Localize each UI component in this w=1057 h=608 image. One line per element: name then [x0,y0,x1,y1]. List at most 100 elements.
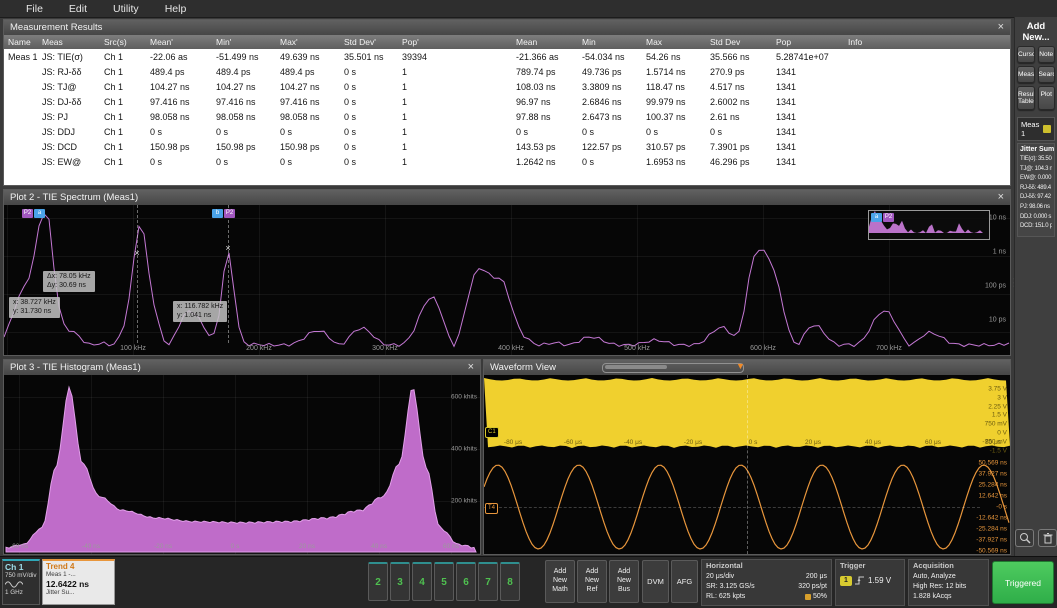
menu-bar: File Edit Utility Help [0,0,1057,18]
add-new-button[interactable]: Add New Bus [609,560,639,603]
ch1-badge[interactable]: Ch 1 750 mV/div 1 GHz [2,559,40,605]
table-row[interactable]: JS: TJ@ Ch 1 104.27 ns 104.27 ns 104.27 ns 0 … [4,79,1010,94]
horizontal-panel[interactable]: Horizontal 20 μs/div 200 μs SR: 3.125 GS… [701,559,832,606]
jitter-summary-panel[interactable]: Jitter Summary TIE(σ): 35.50 ns TJ@: 104.… [1017,143,1055,237]
table-cell: 150.98 ps [216,141,256,152]
minimap-badge[interactable]: a [871,213,882,222]
column-header[interactable]: Std Dev [706,37,772,47]
results-panel-header[interactable]: Measurement Results × [4,20,1010,35]
channel-button[interactable]: 2 [368,562,388,601]
channel-button[interactable]: 4 [412,562,432,601]
column-header[interactable]: Pop [772,37,844,47]
column-header[interactable]: Min' [212,37,276,47]
spectrum-overview-minimap[interactable]: a P2 [868,210,990,240]
cursor-a-x-value: x: 38.727 kHz [13,299,56,306]
dvm-button[interactable]: DVM [642,560,669,603]
close-icon[interactable]: × [468,362,474,373]
trigger-panel[interactable]: Trigger 1 1.59 V [835,559,905,606]
channel-button[interactable]: 6 [456,562,476,601]
menu-item[interactable]: Help [165,3,187,15]
spectrum-plot[interactable]: × × P2 a b P2 Δx: 78.05 kHz Δy: 30.69 ns x… [4,205,1010,355]
close-icon[interactable]: × [998,22,1004,33]
table-cell: Ch 1 [104,51,124,62]
minimap-badge[interactable]: P2 [883,213,894,222]
horizontal-span: 200 μs [805,572,827,580]
trash-button[interactable] [1038,529,1057,547]
waveform-plot[interactable]: C1 T4 -80 μs -60 μs -40 μs -20 μs 0 s 20 μs 40… [484,375,1010,554]
cursor-delta-readout: Δx: 78.05 kHz Δy: 30.69 ns [43,271,95,292]
table-row[interactable]: JS: DJ-δδ Ch 1 97.416 ns 97.416 ns 97.416 ns… [4,94,1010,109]
zoom-overview-button[interactable] [1015,529,1034,547]
meas1-badge[interactable]: Meas 1 [1017,117,1055,141]
menu-item[interactable]: Utility [113,3,139,15]
cursor-badge[interactable]: P2 [224,209,235,218]
spectrum-panel-header[interactable]: Plot 2 - TIE Spectrum (Meas1) × [4,190,1010,205]
channel-button[interactable]: 3 [390,562,410,601]
cursor-badge[interactable]: P2 [22,209,33,218]
trend-reference-marker[interactable]: T4 [485,503,499,514]
table-cell: 0 s [710,126,723,137]
jitter-summary-value: TIE(σ): 35.50 ns [1020,156,1052,162]
column-header[interactable]: Meas [38,37,100,47]
table-cell: 0 s [646,126,659,137]
table-cell: 1341 [776,96,797,107]
waveform-pan-scrollbar[interactable] [602,363,744,373]
column-header[interactable]: Name [4,37,38,47]
cursor-a-line[interactable] [137,205,138,343]
acquisition-mode: Auto, Analyze [913,572,956,580]
close-icon[interactable]: × [998,192,1004,203]
table-cell: 489.4 ps [216,66,251,77]
acquisition-panel[interactable]: Acquisition Auto, Analyze High Res: 12 b… [908,559,989,606]
sidebar-button[interactable]: Note [1037,46,1055,63]
sidebar-button[interactable]: Measure [1017,66,1035,83]
horizontal-position: 50% [812,592,827,600]
sidebar-button[interactable]: Results Table [1017,86,1035,110]
cursor-a-readout: x: 38.727 kHz y: 31.730 ns [9,297,60,318]
column-header[interactable]: Mean [512,37,578,47]
table-row[interactable]: JS: RJ-δδ Ch 1 489.4 ps 489.4 ps 489.4 ps 0 s… [4,64,1010,79]
table-row[interactable]: JS: PJ Ch 1 98.058 ns 98.058 ns 98.058 ns 0 s… [4,109,1010,124]
sidebar-button[interactable]: Plot [1037,86,1055,110]
table-cell: 2.6846 ns [582,96,622,107]
column-header[interactable]: Pop' [398,37,450,47]
column-header[interactable]: Std Dev' [340,37,398,47]
histogram-panel-header[interactable]: Plot 3 - TIE Histogram (Meas1) × [4,360,480,375]
column-header[interactable]: Max' [276,37,340,47]
waveform-panel-header[interactable]: Waveform View ▼ [484,360,1010,375]
histogram-plot[interactable]: -60 ns -40 ns -20 ns 0 s 20 ns 40 ns 60 ns 600… [4,375,480,554]
channel-button[interactable]: 8 [500,562,520,601]
trigger-position-icon[interactable]: ▼ [736,360,745,372]
menu-item[interactable]: File [26,3,43,15]
table-row[interactable]: Meas 1 JS: TIE(σ) Ch 1 -22.06 as -51.499 ns 4… [4,49,1010,64]
add-new-button[interactable]: Add New Math [545,560,575,603]
add-new-button[interactable]: Add New Ref [577,560,607,603]
scrollbar-thumb[interactable] [605,365,667,369]
table-cell: 1341 [776,126,797,137]
trend4-detail: Jitter Su... [46,589,75,597]
channel-button[interactable]: 7 [478,562,498,601]
triggered-status-button[interactable]: Triggered [992,561,1054,604]
cursor-b-readout: x: 116.782 kHz y: 1.041 ns [173,301,228,322]
column-header[interactable]: Min [578,37,642,47]
sidebar-button[interactable]: Search [1037,66,1055,83]
table-row[interactable]: JS: DCD Ch 1 150.98 ps 150.98 ps 150.98 ps 0 … [4,139,1010,154]
table-row[interactable]: JS: EW@ Ch 1 0 s 0 s 0 s 0 s 1 1.2642 ns 0 s 1.69… [4,154,1010,169]
afg-button[interactable]: AFG [671,560,698,603]
table-cell: 0 s [344,156,357,167]
column-header[interactable]: Mean' [146,37,212,47]
trend4-badge[interactable]: Trend 4 Meas 1 -... 12.6422 ns Jitter Su… [42,559,115,605]
table-cell: 0 s [344,141,357,152]
cursor-badge[interactable]: b [212,209,223,218]
sidebar-button[interactable]: Cursors [1017,46,1035,63]
table-cell: 49.736 ps [582,66,622,77]
table-cell: 0 s [344,96,357,107]
column-header[interactable]: Max [642,37,706,47]
table-row[interactable]: JS: DDJ Ch 1 0 s 0 s 0 s 0 s 1 0 s 0 s 0 s 0 s 1341 [4,124,1010,139]
menu-item[interactable]: Edit [69,3,87,15]
column-header[interactable]: Info [844,37,1010,47]
column-header[interactable]: Src(s) [100,37,146,47]
cursor-b-line[interactable] [228,205,229,343]
channel-button[interactable]: 5 [434,562,454,601]
cursor-badge[interactable]: a [34,209,45,218]
ch1-reference-marker[interactable]: C1 [485,427,499,438]
